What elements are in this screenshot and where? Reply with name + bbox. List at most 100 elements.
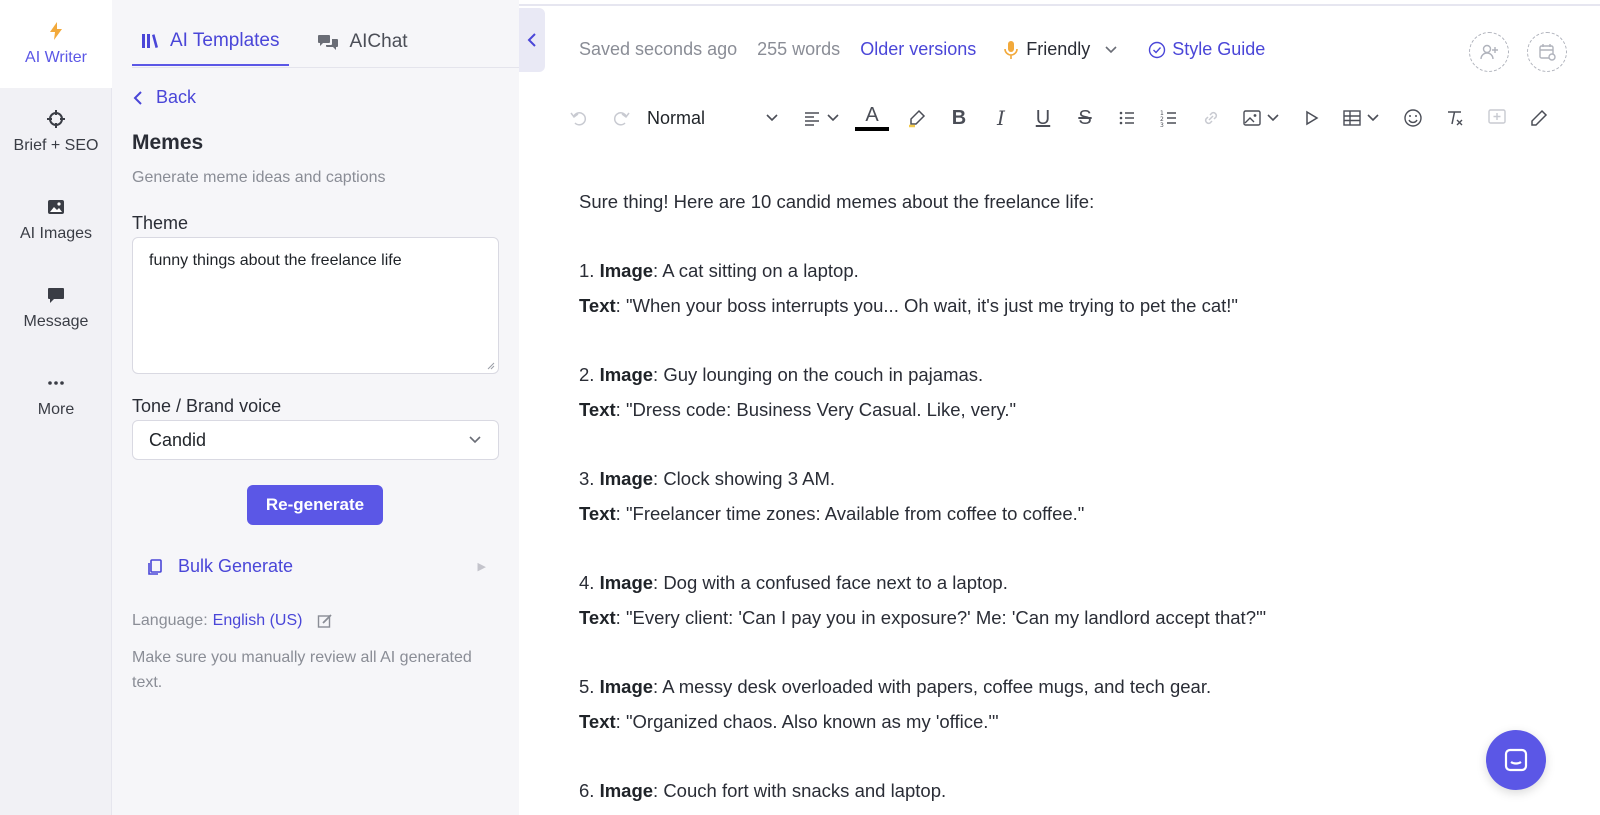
support-chat-button[interactable] xyxy=(1486,730,1546,790)
underline-icon[interactable]: U xyxy=(1031,100,1055,136)
older-versions-link[interactable]: Older versions xyxy=(860,39,976,60)
ai-disclaimer: Make sure you manually review all AI gen… xyxy=(132,649,472,691)
chevron-down-icon xyxy=(1367,114,1379,122)
chevron-left-icon xyxy=(527,33,536,47)
meme-image-line: 3. Image: Clock showing 3 AM. xyxy=(579,468,836,489)
language-row: Language: English (US) xyxy=(132,612,333,630)
paragraph-style-value: Normal xyxy=(647,107,706,128)
undo-icon[interactable] xyxy=(567,100,591,136)
copy-icon xyxy=(148,558,162,575)
bold-icon[interactable]: B xyxy=(947,100,971,136)
caret-right-icon: ▶ xyxy=(477,561,486,573)
strikethrough-icon[interactable]: S xyxy=(1073,100,1097,136)
meme-image-line: 4. Image: Dog with a confused face next … xyxy=(579,572,1008,593)
books-icon xyxy=(142,34,158,48)
theme-textarea[interactable]: funny things about the freelance life xyxy=(132,237,499,374)
message-icon xyxy=(48,288,64,303)
table-dropdown[interactable] xyxy=(1339,100,1383,136)
meme-text-line: Text: "Every client: 'Can I pay you in e… xyxy=(579,607,1267,628)
align-dropdown[interactable] xyxy=(801,100,841,136)
back-label: Back xyxy=(156,87,197,107)
italic-icon[interactable]: I xyxy=(989,100,1013,136)
tone-value: Friendly xyxy=(1026,39,1091,59)
document-body[interactable]: Sure thing! Here are 10 candid memes abo… xyxy=(579,184,1569,808)
meme-image-line: 2. Image: Guy lounging on the couch in p… xyxy=(579,364,984,385)
app: AI Writer Brief + SEO AI Images Message … xyxy=(0,0,1600,815)
rail-item-ai-images[interactable]: AI Images xyxy=(0,176,112,264)
redo-icon[interactable] xyxy=(609,100,633,136)
edit-pen-icon[interactable] xyxy=(1527,100,1551,136)
text-color-icon: A xyxy=(865,104,879,126)
rail-item-ai-writer[interactable]: AI Writer xyxy=(0,0,112,88)
clear-format-icon[interactable] xyxy=(1443,100,1467,136)
add-collaborator-button[interactable] xyxy=(1469,32,1509,72)
add-comment-icon[interactable] xyxy=(1485,100,1509,136)
calendar-icon xyxy=(1539,44,1556,61)
chat-bubbles-icon xyxy=(318,35,339,50)
collapse-panel-button[interactable] xyxy=(519,8,545,72)
style-guide-label: Style Guide xyxy=(1172,39,1266,59)
text-color-swatch xyxy=(855,127,889,131)
top-divider xyxy=(519,4,1600,6)
tone-dropdown[interactable]: Friendly xyxy=(1004,39,1118,60)
word-count: 255 words xyxy=(757,39,841,59)
rail-item-brief-seo[interactable]: Brief + SEO xyxy=(0,88,112,176)
resize-handle-icon[interactable] xyxy=(485,360,495,370)
formatting-toolbar: Normal A B I U S 123 xyxy=(567,100,1600,136)
rail-item-message[interactable]: Message xyxy=(0,264,112,352)
template-title: Memes xyxy=(132,131,204,154)
tab-label: AIChat xyxy=(349,31,408,52)
bullet-list-icon[interactable] xyxy=(1115,100,1139,136)
meme-text-line: Text: "Organized chaos. Also known as my… xyxy=(579,711,999,732)
panel-tabs: AI Templates AIChat xyxy=(132,18,418,68)
insert-image-dropdown[interactable] xyxy=(1239,100,1283,136)
text-color-button[interactable]: A xyxy=(855,100,889,136)
chat-icon xyxy=(1504,748,1528,772)
highlight-icon[interactable] xyxy=(905,100,929,136)
link-icon[interactable] xyxy=(1199,100,1223,136)
meme-text-line: Text: "Dress code: Business Very Casual.… xyxy=(579,399,1017,420)
left-rail: AI Writer Brief + SEO AI Images Message … xyxy=(0,0,112,815)
svg-text:3: 3 xyxy=(1160,122,1164,128)
meme-text-line: Text: "Freelancer time zones: Available … xyxy=(579,503,1085,524)
style-guide-link[interactable]: Style Guide xyxy=(1148,39,1265,60)
tab-ai-templates[interactable]: AI Templates xyxy=(132,18,290,66)
language-value[interactable]: English (US) xyxy=(213,612,303,630)
doc-intro: Sure thing! Here are 10 candid memes abo… xyxy=(579,191,1095,212)
regenerate-button[interactable]: Re-generate xyxy=(247,485,383,525)
bulk-generate-button[interactable]: Bulk Generate ▶ xyxy=(146,556,486,577)
table-icon xyxy=(1343,110,1361,126)
tab-label: AI Templates xyxy=(170,30,280,51)
tone-select[interactable]: Candid xyxy=(132,420,499,460)
chevron-down-icon xyxy=(827,114,839,122)
paragraph-style-select[interactable]: Normal xyxy=(647,108,787,129)
chevron-down-icon xyxy=(1105,45,1117,53)
rail-item-label: More xyxy=(37,401,75,418)
tab-aichat[interactable]: AIChat xyxy=(309,18,417,66)
back-link[interactable]: Back xyxy=(132,87,196,108)
bulk-generate-label: Bulk Generate xyxy=(178,556,294,576)
meme-image-line: 5. Image: A messy desk overloaded with p… xyxy=(579,676,1212,697)
template-subtitle: Generate meme ideas and captions xyxy=(132,169,386,186)
rail-item-more[interactable]: More xyxy=(0,352,112,440)
more-dots-icon xyxy=(48,381,64,385)
chevron-down-icon xyxy=(1267,114,1279,122)
microphone-icon xyxy=(1004,40,1019,59)
edit-icon[interactable] xyxy=(317,613,333,629)
align-left-icon xyxy=(805,112,819,126)
status-bar: Saved seconds ago 255 words Older versio… xyxy=(579,39,1265,60)
language-label: Language: xyxy=(132,612,208,629)
rail-item-label: Message xyxy=(23,313,89,330)
numbered-list-icon[interactable]: 123 xyxy=(1157,100,1181,136)
rail-item-label: Brief + SEO xyxy=(13,137,99,154)
saved-status: Saved seconds ago xyxy=(579,39,738,59)
schedule-button[interactable] xyxy=(1527,32,1567,72)
lightning-icon xyxy=(50,22,62,40)
tone-label: Tone / Brand voice xyxy=(132,396,282,416)
play-icon[interactable] xyxy=(1299,100,1323,136)
tone-select-value: Candid xyxy=(149,429,207,450)
emoji-icon[interactable] xyxy=(1401,100,1425,136)
chevron-down-icon xyxy=(469,436,481,444)
chevron-left-icon xyxy=(133,90,142,105)
meme-text-line: Text: "When your boss interrupts you... … xyxy=(579,295,1238,316)
